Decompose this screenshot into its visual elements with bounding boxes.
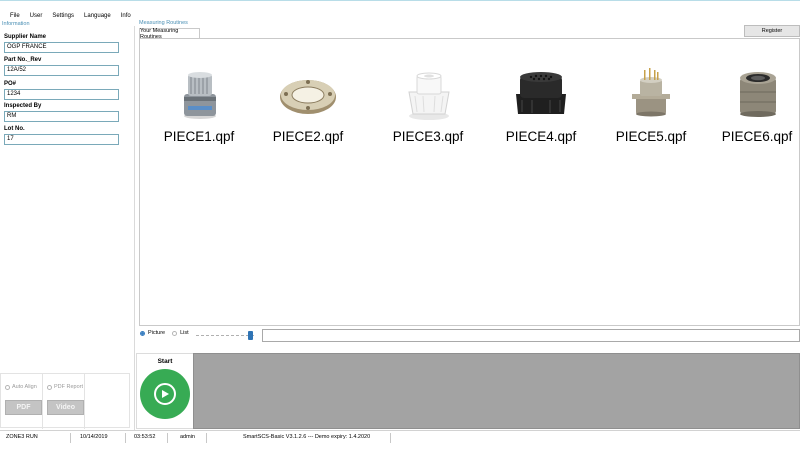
po-field[interactable]: 1234 bbox=[4, 89, 119, 100]
menu-settings[interactable]: Settings bbox=[47, 10, 79, 22]
piece-item-4[interactable]: PIECE4.qpf bbox=[486, 39, 596, 154]
round-connector-part-image bbox=[740, 72, 776, 117]
auto-align-label: Auto Align bbox=[12, 384, 37, 390]
lot-no-field[interactable]: 17 bbox=[4, 134, 119, 145]
start-label: Start bbox=[157, 358, 173, 365]
video-preview-area bbox=[193, 353, 800, 429]
piece-label-4: PIECE4.qpf bbox=[505, 129, 577, 144]
picture-label: Picture bbox=[148, 330, 166, 336]
play-icon bbox=[162, 390, 169, 398]
video-button[interactable]: Video bbox=[47, 400, 84, 415]
start-button[interactable] bbox=[140, 369, 190, 419]
inspected-by-field[interactable]: RM bbox=[4, 111, 119, 122]
piece-item-1[interactable]: PIECE1.qpf bbox=[144, 39, 254, 154]
list-label: List bbox=[180, 330, 189, 336]
routines-panel: PIECE1.qpf PIECE2.qpf PIECE3.qpf PIECE4.… bbox=[139, 38, 800, 326]
status-separator bbox=[167, 433, 168, 443]
auto-align-radio[interactable]: Auto Align bbox=[5, 384, 37, 390]
pdf-report-radio[interactable]: PDF Report bbox=[47, 384, 83, 390]
piece-label-5: PIECE5.qpf bbox=[615, 129, 687, 144]
zoom-slider-track[interactable] bbox=[196, 335, 254, 337]
register-button[interactable]: Register bbox=[744, 25, 800, 37]
status-mode: ZONE3 RUN bbox=[6, 434, 38, 440]
piece-label-6: PIECE6.qpf bbox=[721, 129, 793, 144]
part-no-label: Part No._Rev bbox=[4, 57, 42, 63]
part-no-field[interactable]: 12A/52 bbox=[4, 65, 119, 76]
status-separator bbox=[70, 433, 71, 443]
app-window: File User Settings Language Info Informa… bbox=[0, 0, 800, 462]
piece-item-3[interactable]: PIECE3.qpf bbox=[373, 39, 483, 154]
start-panel: Start bbox=[136, 353, 194, 429]
piece-label-2: PIECE2.qpf bbox=[272, 129, 344, 144]
auto-align-box: Auto Align PDF bbox=[1, 374, 43, 429]
picture-radio[interactable] bbox=[140, 330, 145, 336]
status-separator bbox=[390, 433, 391, 443]
piece-item-5[interactable]: PIECE5.qpf bbox=[596, 39, 706, 154]
status-user: admin bbox=[180, 434, 195, 440]
auto-align-radio-circle bbox=[5, 384, 10, 390]
menu-language[interactable]: Language bbox=[79, 10, 116, 22]
options-panel: Auto Align PDF PDF Report Video bbox=[0, 373, 130, 429]
pin-connector-part-image bbox=[632, 68, 670, 117]
status-date: 10/14/2019 bbox=[80, 434, 108, 440]
status-separator bbox=[206, 433, 207, 443]
inspected-by-label: Inspected By bbox=[4, 103, 42, 109]
lot-no-label: Lot No. bbox=[4, 126, 25, 132]
zoom-slider-thumb[interactable] bbox=[248, 331, 253, 340]
status-time: 03:53:52 bbox=[134, 434, 156, 440]
status-version: SmartSCS-Basic V3.1.2.6 --- Demo expiry:… bbox=[243, 434, 371, 440]
pdf-button[interactable]: PDF bbox=[5, 400, 42, 415]
filter-input[interactable] bbox=[262, 329, 800, 342]
black-connector-part-image bbox=[516, 72, 566, 114]
piece-item-2[interactable]: PIECE2.qpf bbox=[253, 39, 363, 154]
piece-item-6[interactable]: PIECE6.qpf bbox=[702, 39, 800, 154]
information-panel: Supplier Name OGP FRANCE Part No._Rev 12… bbox=[0, 26, 135, 430]
piece-label-1: PIECE1.qpf bbox=[163, 129, 235, 144]
supplier-name-field[interactable]: OGP FRANCE bbox=[4, 42, 119, 53]
knurled-nut-part-image bbox=[184, 72, 216, 119]
pdf-report-box: PDF Report Video bbox=[43, 374, 85, 429]
po-label: PO# bbox=[4, 81, 17, 87]
metal-ring-part-image bbox=[280, 80, 336, 114]
status-separator bbox=[125, 433, 126, 443]
supplier-name-label: Supplier Name bbox=[4, 34, 47, 40]
status-bar: ZONE3 RUN 10/14/2019 03:53:52 admin Smar… bbox=[0, 430, 800, 444]
top-accent-line bbox=[0, 0, 800, 1]
piece-label-3: PIECE3.qpf bbox=[392, 129, 464, 144]
play-icon-ring bbox=[154, 383, 176, 405]
menu-info[interactable]: Info bbox=[116, 10, 136, 22]
routines-group-label: Measuring Routines bbox=[139, 20, 188, 26]
white-plastic-part-image bbox=[408, 72, 450, 120]
view-switch: Picture List bbox=[140, 330, 189, 336]
pdf-report-radio-circle bbox=[47, 384, 52, 390]
pdf-report-label: PDF Report bbox=[54, 384, 84, 390]
list-radio[interactable] bbox=[172, 330, 178, 336]
